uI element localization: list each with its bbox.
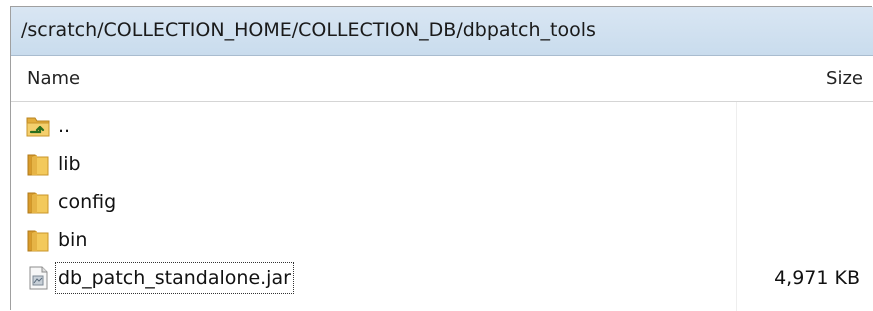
file-name: config [58, 191, 117, 213]
folder-icon [25, 227, 51, 253]
column-header-size[interactable]: Size [826, 56, 863, 102]
file-row-config[interactable]: config [11, 183, 873, 221]
file-name: db_patch_standalone.jar [55, 262, 294, 294]
file-browser-panel: /scratch/COLLECTION_HOME/COLLECTION_DB/d… [10, 6, 873, 311]
file-name: .. [58, 115, 71, 137]
file-name: lib [58, 153, 81, 175]
file-row-bin[interactable]: bin [11, 221, 873, 259]
folder-icon [25, 189, 51, 215]
file-row-parent[interactable]: .. [11, 107, 873, 145]
file-list: .. lib config bin db_patch_standalone.ja… [11, 107, 873, 297]
file-row-jar[interactable]: db_patch_standalone.jar 4,971 KB [11, 259, 873, 297]
folder-icon [25, 151, 51, 177]
file-size: 4,971 KB [774, 267, 860, 289]
jar-file-icon [25, 265, 51, 291]
file-row-lib[interactable]: lib [11, 145, 873, 183]
column-header-row: Name Size [11, 56, 873, 102]
file-name: bin [58, 229, 88, 251]
parent-folder-icon [25, 113, 51, 139]
path-bar[interactable]: /scratch/COLLECTION_HOME/COLLECTION_DB/d… [11, 7, 873, 56]
column-header-name[interactable]: Name [27, 56, 80, 102]
